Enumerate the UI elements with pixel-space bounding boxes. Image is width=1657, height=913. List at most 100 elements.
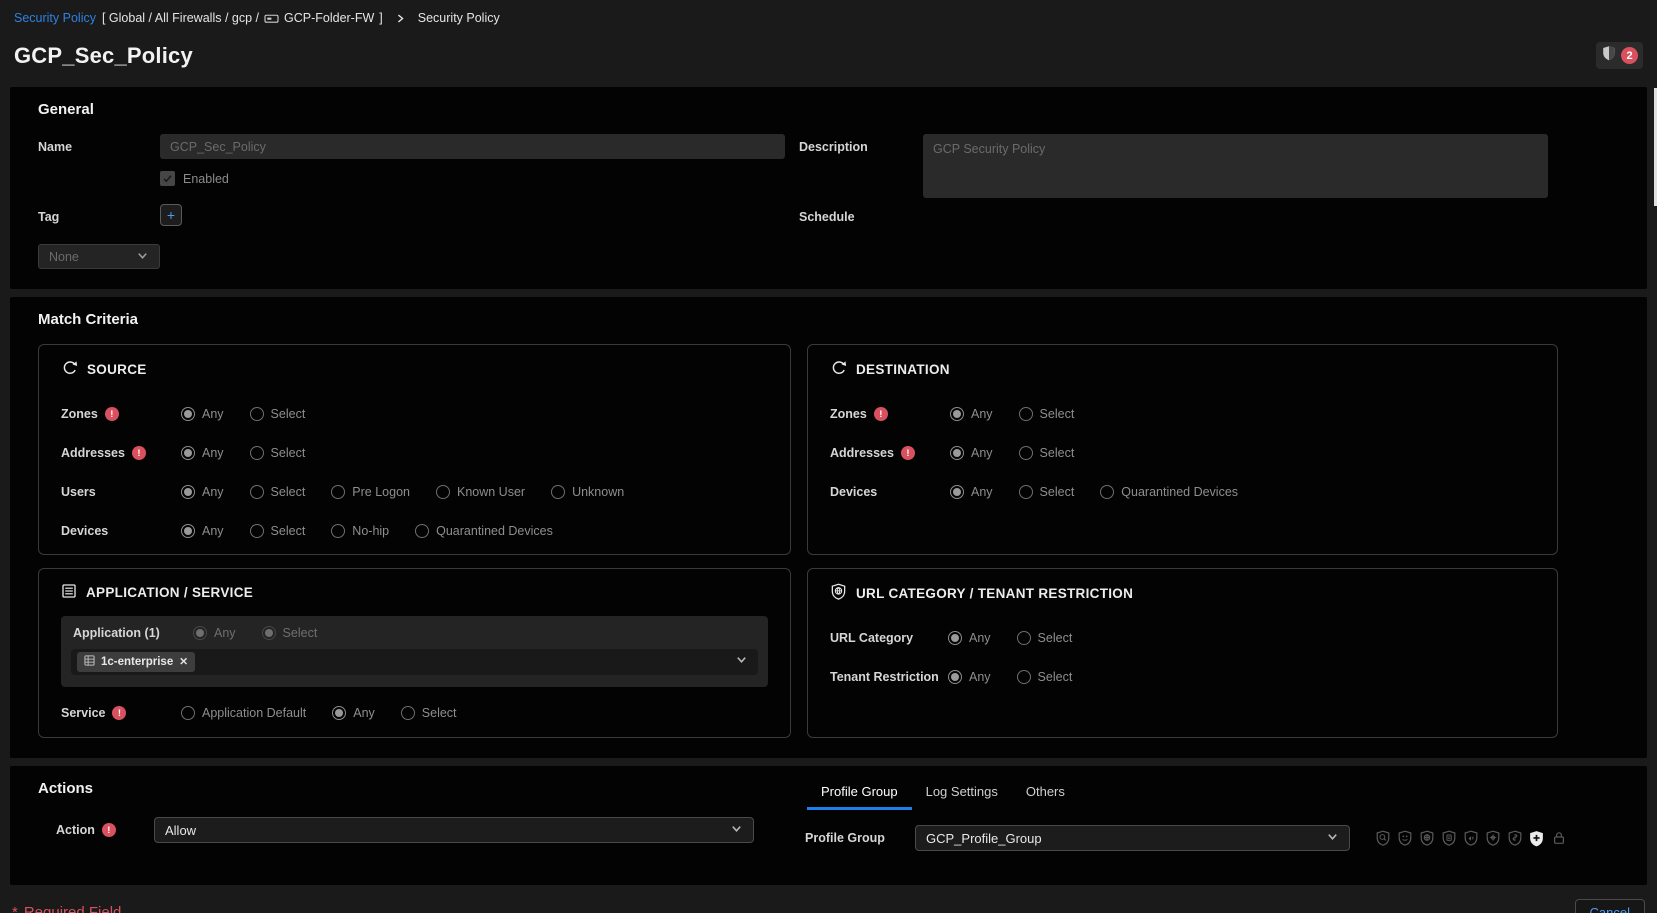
breadcrumb-path-suffix: ] (379, 11, 382, 25)
page-header: GCP_Sec_Policy 2 (0, 34, 1657, 87)
radio-no-hip[interactable]: No-hip (331, 524, 389, 538)
tab-others[interactable]: Others (1012, 780, 1079, 810)
enabled-label: Enabled (183, 172, 229, 186)
enabled-checkbox[interactable] (160, 171, 175, 186)
radio-label: Select (271, 446, 306, 460)
radio-any[interactable]: Any (181, 446, 224, 460)
application-box: Application (1) Any Select 1c-enterprise… (61, 616, 768, 687)
general-heading: General (38, 101, 1619, 118)
radio-any[interactable]: Any (950, 485, 993, 499)
radio-any[interactable]: Any (950, 407, 993, 421)
source-devices-row: Devices Any Select No-hip Quarantined De… (61, 520, 768, 542)
application-select[interactable]: 1c-enterprise ✕ (71, 649, 758, 675)
radio-any[interactable]: Any (948, 631, 991, 645)
firewall-folder-icon (264, 12, 279, 25)
chevron-down-icon (136, 249, 149, 265)
required-field-note: * Required Field (12, 904, 121, 913)
required-icon: ! (112, 706, 126, 720)
field-label: Addresses (830, 446, 894, 460)
radio-icon (262, 626, 276, 640)
radio-icon (401, 706, 415, 720)
plus-icon: + (167, 208, 175, 222)
application-service-heading: APPLICATION / SERVICE (86, 585, 253, 600)
radio-any[interactable]: Any (948, 670, 991, 684)
action-label: Action (56, 823, 95, 837)
application-list-icon (61, 583, 77, 602)
profile-group-shield-icon-active (1528, 830, 1545, 847)
name-input[interactable] (160, 134, 785, 159)
radio-select[interactable]: Select (1019, 407, 1075, 421)
footer: * Required Field Cancel (0, 893, 1657, 913)
add-tag-button[interactable]: + (160, 204, 182, 226)
cancel-button[interactable]: Cancel (1575, 899, 1645, 913)
destination-icon (830, 359, 847, 379)
radio-icon (193, 626, 207, 640)
required-icon: ! (874, 407, 888, 421)
radio-any[interactable]: Any (950, 446, 993, 460)
radio-select[interactable]: Select (250, 485, 306, 499)
radio-select[interactable]: Select (262, 626, 318, 640)
profile-group-select[interactable]: GCP_Profile_Group (915, 825, 1350, 851)
breadcrumb-link[interactable]: Security Policy (14, 11, 96, 25)
radio-icon (331, 485, 345, 499)
radio-select[interactable]: Select (1019, 485, 1075, 499)
action-row: Action! Allow (38, 817, 793, 843)
field-label: Addresses (61, 446, 125, 460)
schedule-select[interactable]: None (38, 244, 160, 269)
radio-any[interactable]: Any (332, 706, 375, 720)
tab-profile-group[interactable]: Profile Group (807, 780, 912, 810)
data-filtering-shield-icon (1506, 830, 1523, 847)
radio-any[interactable]: Any (181, 407, 224, 421)
radio-icon (948, 631, 962, 645)
policy-alert-chip[interactable]: 2 (1596, 42, 1643, 69)
radio-select[interactable]: Select (250, 446, 306, 460)
breadcrumb-current: Security Policy (418, 11, 500, 25)
radio-unknown[interactable]: Unknown (551, 485, 624, 499)
radio-select[interactable]: Select (250, 407, 306, 421)
radio-any[interactable]: Any (193, 626, 236, 640)
url-tenant-heading: URL CATEGORY / TENANT RESTRICTION (856, 586, 1133, 601)
application-chip[interactable]: 1c-enterprise ✕ (77, 652, 195, 672)
radio-any[interactable]: Any (181, 485, 224, 499)
radio-label: Select (1038, 670, 1073, 684)
vulnerability-shield-icon (1484, 830, 1501, 847)
radio-label: Select (422, 706, 457, 720)
radio-label: Select (271, 407, 306, 421)
radio-icon (250, 446, 264, 460)
radio-label: Select (1038, 631, 1073, 645)
radio-select[interactable]: Select (1017, 670, 1073, 684)
chevron-down-icon (1326, 830, 1339, 846)
radio-quarantined-devices[interactable]: Quarantined Devices (1100, 485, 1238, 499)
radio-select[interactable]: Select (401, 706, 457, 720)
action-select[interactable]: Allow (154, 817, 754, 843)
actions-heading: Actions (38, 780, 793, 797)
source-zones-row: Zones! Any Select (61, 403, 768, 425)
file-blocking-shield-icon (1440, 830, 1457, 847)
radio-any[interactable]: Any (181, 524, 224, 538)
schedule-label: Schedule (785, 204, 923, 224)
source-users-row: Users Any Select Pre Logon Known User Un… (61, 481, 768, 503)
chip-close-icon[interactable]: ✕ (179, 656, 188, 668)
radio-label: Any (202, 446, 224, 460)
breadcrumb-context: [ Global / All Firewalls / gcp / GCP-Fol… (102, 11, 383, 25)
radio-select[interactable]: Select (250, 524, 306, 538)
radio-application-default[interactable]: Application Default (181, 706, 306, 720)
radio-label: Any (969, 631, 991, 645)
radio-label: Application Default (202, 706, 306, 720)
service-row: Service! Application Default Any Select (61, 702, 768, 724)
radio-label: Any (353, 706, 375, 720)
radio-label: Known User (457, 485, 525, 499)
destination-addresses-row: Addresses! Any Select (830, 442, 1535, 464)
radio-icon (1019, 485, 1033, 499)
radio-label: No-hip (352, 524, 389, 538)
description-input[interactable]: GCP Security Policy (923, 134, 1548, 198)
radio-quarantined-devices[interactable]: Quarantined Devices (415, 524, 553, 538)
destination-heading: DESTINATION (856, 362, 950, 377)
radio-select[interactable]: Select (1019, 446, 1075, 460)
field-label: URL Category (830, 631, 913, 645)
tab-log-settings[interactable]: Log Settings (912, 780, 1012, 810)
radio-known-user[interactable]: Known User (436, 485, 525, 499)
radio-label: Any (202, 407, 224, 421)
radio-pre-logon[interactable]: Pre Logon (331, 485, 410, 499)
radio-select[interactable]: Select (1017, 631, 1073, 645)
